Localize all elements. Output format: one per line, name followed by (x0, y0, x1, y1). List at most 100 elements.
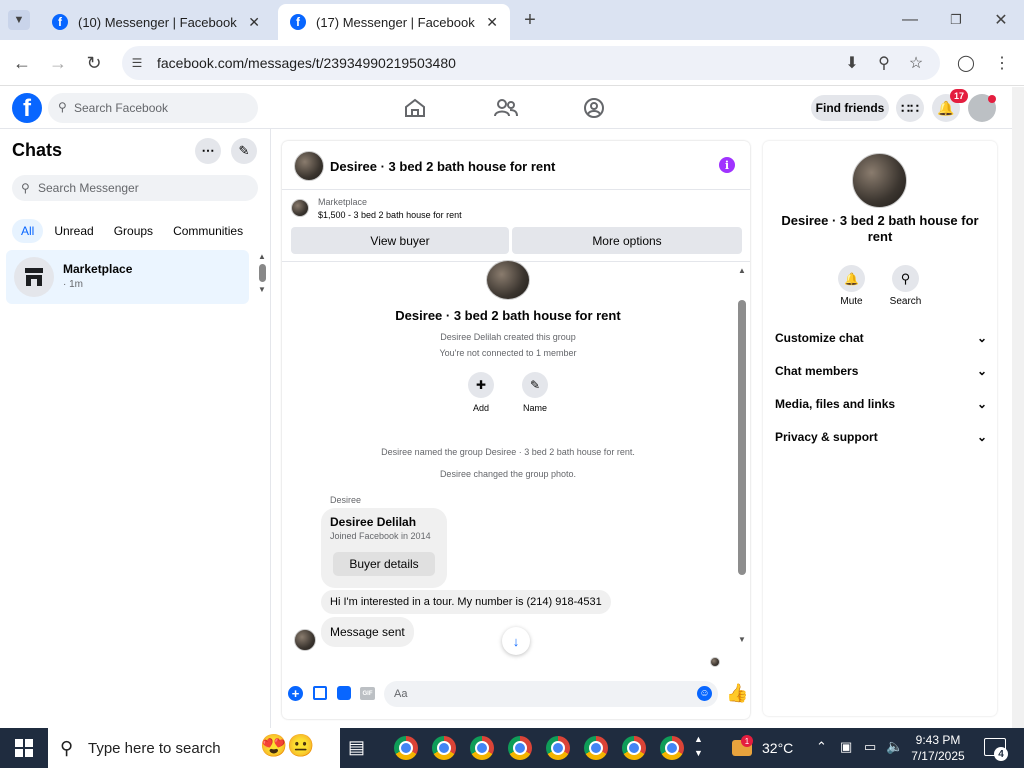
thumbs-up-icon[interactable]: 👍 (726, 683, 748, 704)
listing-summary[interactable]: $1,500 - 3 bed 2 bath house for rent (318, 210, 462, 220)
address-bar[interactable]: facebook.com/messages/t/2393499021950348… (122, 46, 940, 80)
task-view-icon[interactable]: ▤ (348, 737, 365, 758)
facebook-search-input[interactable]: Search Facebook (48, 93, 258, 123)
chrome-app-icon[interactable] (622, 736, 646, 760)
site-info-icon[interactable]: ☰ (128, 54, 146, 72)
filter-unread[interactable]: Unread (45, 219, 102, 243)
scroll-to-bottom-button[interactable]: ↓ (502, 627, 530, 655)
filter-communities[interactable]: Communities (164, 219, 252, 243)
section-privacy-support[interactable]: Privacy & support ⌄ (775, 430, 987, 444)
windows-start-icon[interactable] (15, 739, 33, 757)
chrome-app-icon[interactable] (432, 736, 456, 760)
photo-icon[interactable] (313, 686, 327, 700)
chat-list-scrollbar[interactable]: ▲ ▼ (257, 252, 267, 302)
section-label: Privacy & support (775, 430, 878, 444)
add-member-button[interactable]: ✚ (468, 372, 494, 398)
listing-source: Marketplace (318, 197, 368, 207)
filter-groups[interactable]: Groups (105, 219, 162, 243)
plus-icon[interactable]: + (288, 686, 303, 701)
section-media-files-links[interactable]: Media, files and links ⌄ (775, 397, 987, 411)
close-tab-icon[interactable]: ✕ (486, 14, 498, 31)
network-icon[interactable]: ▭ (864, 739, 876, 755)
close-tab-icon[interactable]: ✕ (248, 14, 260, 31)
section-customize-chat[interactable]: Customize chat ⌄ (775, 331, 987, 345)
section-chat-members[interactable]: Chat members ⌄ (775, 364, 987, 378)
chrome-app-icon[interactable] (470, 736, 494, 760)
chrome-app-icon[interactable] (394, 736, 418, 760)
conversation-scrollbar[interactable]: ▲ ▼ (736, 266, 748, 666)
scroll-down-icon: ▼ (738, 635, 746, 644)
emoji-icon[interactable]: ☺ (697, 686, 712, 701)
taskbar-clock[interactable]: 9:43 PM 7/17/2025 (906, 732, 970, 764)
clock-date: 7/17/2025 (911, 749, 965, 763)
browser-menu-icon[interactable]: ⋮ (992, 53, 1012, 73)
browser-tab-2[interactable]: f (17) Messenger | Facebook ✕ (278, 4, 510, 40)
chrome-app-icon[interactable] (584, 736, 608, 760)
notification-badge: 17 (950, 89, 968, 103)
show-hidden-icons[interactable]: ⌃ (816, 739, 827, 755)
home-nav-icon[interactable] (404, 98, 426, 118)
header-divider (282, 189, 750, 190)
browser-tab-1[interactable]: f (10) Messenger | Facebook ✕ (40, 4, 272, 40)
conversation-avatar[interactable] (294, 151, 324, 181)
zoom-icon[interactable]: ⚲ (874, 53, 894, 73)
facebook-logo-icon[interactable]: f (12, 93, 42, 123)
section-label: Customize chat (775, 331, 864, 345)
search-label: Search (889, 296, 922, 307)
scroll-thumb[interactable] (258, 264, 266, 282)
message-input[interactable]: Aa (384, 681, 718, 707)
name-label: Name (522, 403, 547, 413)
pencil-icon: ✎ (529, 378, 541, 392)
minimize-button[interactable]: — (900, 10, 920, 30)
sticker-icon[interactable] (337, 686, 351, 700)
chevron-down-icon: ⌄ (976, 364, 987, 378)
forward-button[interactable]: → (48, 53, 68, 73)
temperature[interactable]: 32°C (762, 740, 793, 756)
facebook-favicon-icon: f (290, 14, 306, 30)
chrome-app-icon[interactable] (660, 736, 684, 760)
bookmark-star-icon[interactable]: ☆ (906, 53, 926, 73)
filter-all[interactable]: All (12, 219, 44, 243)
info-icon[interactable]: i (719, 157, 735, 173)
restore-button[interactable]: ❐ (946, 10, 966, 30)
new-tab-button[interactable]: + (520, 9, 540, 31)
conversation-title[interactable]: Desiree · 3 bed 2 bath house for rent (330, 159, 555, 174)
scroll-up-icon: ▲ (258, 252, 266, 261)
chrome-app-icon[interactable] (546, 736, 570, 760)
volume-icon[interactable]: 🔈 (886, 738, 903, 755)
taskbar-scroll-arrows[interactable]: ▲ ▼ (694, 732, 703, 760)
search-conversation-button[interactable]: ⚲ (892, 265, 919, 292)
search-icon: ⚲ (60, 738, 74, 758)
find-friends-button[interactable]: Find friends (811, 95, 889, 121)
mute-button[interactable]: 🔔 (838, 265, 865, 292)
scroll-thumb[interactable] (738, 300, 746, 575)
profile-icon[interactable]: ◯ (956, 53, 976, 73)
buyer-details-button[interactable]: Buyer details (333, 552, 435, 576)
minimize-icon: — (902, 11, 918, 28)
view-buyer-button[interactable]: View buyer (291, 227, 509, 254)
install-app-icon[interactable]: ⬇ (842, 53, 862, 73)
add-label: Add (472, 403, 489, 413)
messenger-search-input[interactable]: Search Messenger (12, 175, 258, 201)
page-scrollbar[interactable] (1012, 87, 1024, 728)
gif-icon[interactable]: GIF (360, 687, 375, 700)
tab-search-button[interactable]: ▼ (8, 10, 30, 30)
reload-button[interactable]: ↻ (84, 53, 104, 73)
tab-title: (10) Messenger | Facebook (78, 14, 237, 30)
chevron-down-icon: ⌄ (976, 397, 987, 411)
chat-options-button[interactable]: ⋯ (195, 138, 221, 164)
mute-label: Mute (840, 296, 863, 307)
more-options-button[interactable]: More options (512, 227, 742, 254)
scroll-down-icon: ▼ (258, 285, 266, 294)
meet-now-icon[interactable]: ▣ (840, 739, 852, 755)
rename-group-button[interactable]: ✎ (522, 372, 548, 398)
close-window-button[interactable]: ✕ (991, 10, 1011, 30)
chrome-app-icon[interactable] (508, 736, 532, 760)
groups-nav-icon[interactable] (583, 97, 605, 119)
reload-icon: ↻ (86, 52, 102, 73)
buyer-details-label: Buyer details (349, 557, 419, 571)
new-message-button[interactable]: ✎ (231, 138, 257, 164)
menu-grid-button[interactable]: ∷∷ (896, 94, 924, 122)
friends-nav-icon[interactable] (494, 98, 518, 118)
back-button[interactable]: ← (12, 53, 32, 73)
